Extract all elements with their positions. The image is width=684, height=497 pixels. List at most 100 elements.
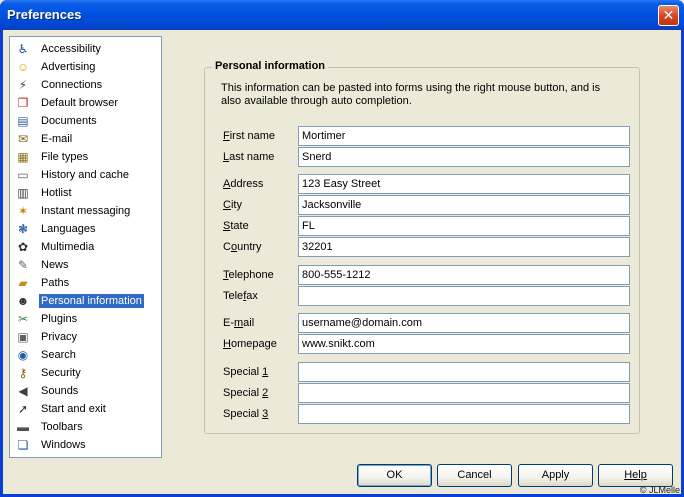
- connections-icon: ⚡: [18, 78, 28, 92]
- copyright-text: © JLMelle: [639, 485, 680, 495]
- category-item-personal-information[interactable]: ☻ Personal information: [10, 292, 161, 310]
- category-label: News: [41, 259, 69, 271]
- special1-input[interactable]: [298, 362, 630, 382]
- city-input[interactable]: Jacksonville: [298, 195, 630, 215]
- label-text: untry: [237, 241, 262, 253]
- security-keys-icon: ⚷: [18, 366, 28, 380]
- category-label: Personal information: [39, 294, 144, 308]
- label-text: Special: [223, 366, 263, 378]
- special2-input[interactable]: [298, 383, 630, 403]
- label-accelerator: F: [223, 130, 230, 142]
- category-label: Documents: [41, 115, 97, 127]
- documents-icon: ▤: [17, 114, 29, 128]
- category-label: Languages: [41, 223, 96, 235]
- category-item-privacy[interactable]: ▣ Privacy: [10, 328, 161, 346]
- category-label: Start and exit: [41, 403, 106, 415]
- privacy-icon: ▣: [17, 330, 29, 344]
- field-label-special1: Special 1: [223, 366, 268, 378]
- category-item-default-browser[interactable]: ❐ Default browser: [10, 94, 161, 112]
- address-input[interactable]: 123 Easy Street: [298, 174, 630, 194]
- category-label: Search: [41, 349, 76, 361]
- label-text: E-: [223, 317, 234, 329]
- field-label-special3: Special 3: [223, 408, 268, 420]
- email-input[interactable]: username@domain.com: [298, 313, 630, 333]
- smiley-icon: ☺: [16, 60, 30, 74]
- category-label: Default browser: [41, 97, 119, 109]
- instant-messaging-icon: ✶: [17, 204, 29, 218]
- group-legend: Personal information: [212, 60, 329, 72]
- category-item-file-types[interactable]: ▦ File types: [10, 148, 161, 166]
- close-button[interactable]: ✕: [658, 5, 679, 26]
- homepage-input[interactable]: www.snikt.com: [298, 334, 630, 354]
- category-label: Plugins: [41, 313, 78, 325]
- browser-doc-icon: ❐: [17, 96, 29, 110]
- field-label-special2: Special 2: [223, 387, 268, 399]
- category-list[interactable]: ♿ Accessibility ☺ Advertising ⚡ Connections ❐ D…: [9, 36, 162, 458]
- category-item-e-mail[interactable]: ✉ E-mail: [10, 130, 161, 148]
- ok-button[interactable]: OK: [357, 464, 432, 487]
- label-text: ast name: [229, 151, 275, 163]
- category-item-instant-messaging[interactable]: ✶ Instant messaging: [10, 202, 161, 220]
- category-label: History and cache: [41, 169, 130, 181]
- help-button[interactable]: Help: [598, 464, 673, 487]
- history-cache-icon: ▭: [17, 168, 29, 182]
- start-exit-icon: ➚: [17, 402, 29, 416]
- field-row-last-name: Last name Snerd: [205, 147, 641, 167]
- toolbars-icon: ▬: [17, 420, 29, 434]
- telephone-input[interactable]: 800-555-1212: [298, 265, 630, 285]
- special3-input[interactable]: [298, 404, 630, 424]
- label-accelerator: 1: [262, 366, 269, 378]
- category-item-connections[interactable]: ⚡ Connections: [10, 76, 161, 94]
- category-item-documents[interactable]: ▤ Documents: [10, 112, 161, 130]
- category-item-advertising[interactable]: ☺ Advertising: [10, 58, 161, 76]
- state-input[interactable]: FL: [298, 216, 630, 236]
- help-label: Help: [624, 469, 647, 481]
- label-accelerator: 2: [262, 387, 269, 399]
- accessibility-icon: ♿: [17, 42, 29, 56]
- category-item-search[interactable]: ◉ Search: [10, 346, 161, 364]
- paths-folder-icon: ▰: [18, 276, 28, 290]
- apply-button[interactable]: Apply: [518, 464, 593, 487]
- label-text: ity: [230, 199, 242, 211]
- category-item-security[interactable]: ⚷ Security: [10, 364, 161, 382]
- category-item-windows[interactable]: ❏ Windows: [10, 436, 161, 454]
- label-accelerator: H: [223, 338, 231, 350]
- category-label: Multimedia: [41, 241, 95, 253]
- field-row-special3: Special 3: [205, 404, 641, 424]
- telefax-input[interactable]: [298, 286, 630, 306]
- category-item-start-and-exit[interactable]: ➚ Start and exit: [10, 400, 161, 418]
- hotlist-icon: ▥: [17, 186, 29, 200]
- category-item-history-and-cache[interactable]: ▭ History and cache: [10, 166, 161, 184]
- category-item-hotlist[interactable]: ▥ Hotlist: [10, 184, 161, 202]
- category-label: Toolbars: [41, 421, 83, 433]
- first-name-input[interactable]: Mortimer: [298, 126, 630, 146]
- category-item-sounds[interactable]: ◀ Sounds: [10, 382, 161, 400]
- last-name-input[interactable]: Snerd: [298, 147, 630, 167]
- field-label-address: Address: [223, 178, 263, 190]
- category-item-toolbars[interactable]: ▬ Toolbars: [10, 418, 161, 436]
- category-item-paths[interactable]: ▰ Paths: [10, 274, 161, 292]
- window-title: Preferences: [7, 7, 82, 22]
- field-label-last-name: Last name: [223, 151, 274, 163]
- field-label-email: E-mail: [223, 317, 254, 329]
- category-label: Accessibility: [41, 43, 101, 55]
- plugins-icon: ✂: [17, 312, 29, 326]
- field-row-state: State FL: [205, 216, 641, 236]
- title-bar[interactable]: Preferences ✕: [0, 0, 684, 30]
- category-item-news[interactable]: ✎ News: [10, 256, 161, 274]
- label-text: ax: [246, 290, 258, 302]
- category-item-multimedia[interactable]: ✿ Multimedia: [10, 238, 161, 256]
- field-label-telephone: Telephone: [223, 269, 274, 281]
- cancel-button[interactable]: Cancel: [437, 464, 512, 487]
- category-label: Connections: [41, 79, 103, 91]
- intro-text: This information can be pasted into form…: [221, 82, 601, 107]
- field-row-address: Address 123 Easy Street: [205, 174, 641, 194]
- category-item-languages[interactable]: ❃ Languages: [10, 220, 161, 238]
- category-item-plugins[interactable]: ✂ Plugins: [10, 310, 161, 328]
- dialog-client-area: ♿ Accessibility ☺ Advertising ⚡ Connections ❐ D…: [3, 30, 681, 494]
- country-input[interactable]: 32201: [298, 237, 630, 257]
- category-label: Instant messaging: [41, 205, 131, 217]
- close-icon: ✕: [662, 7, 675, 23]
- category-item-accessibility[interactable]: ♿ Accessibility: [10, 40, 161, 58]
- field-label-state: State: [223, 220, 249, 232]
